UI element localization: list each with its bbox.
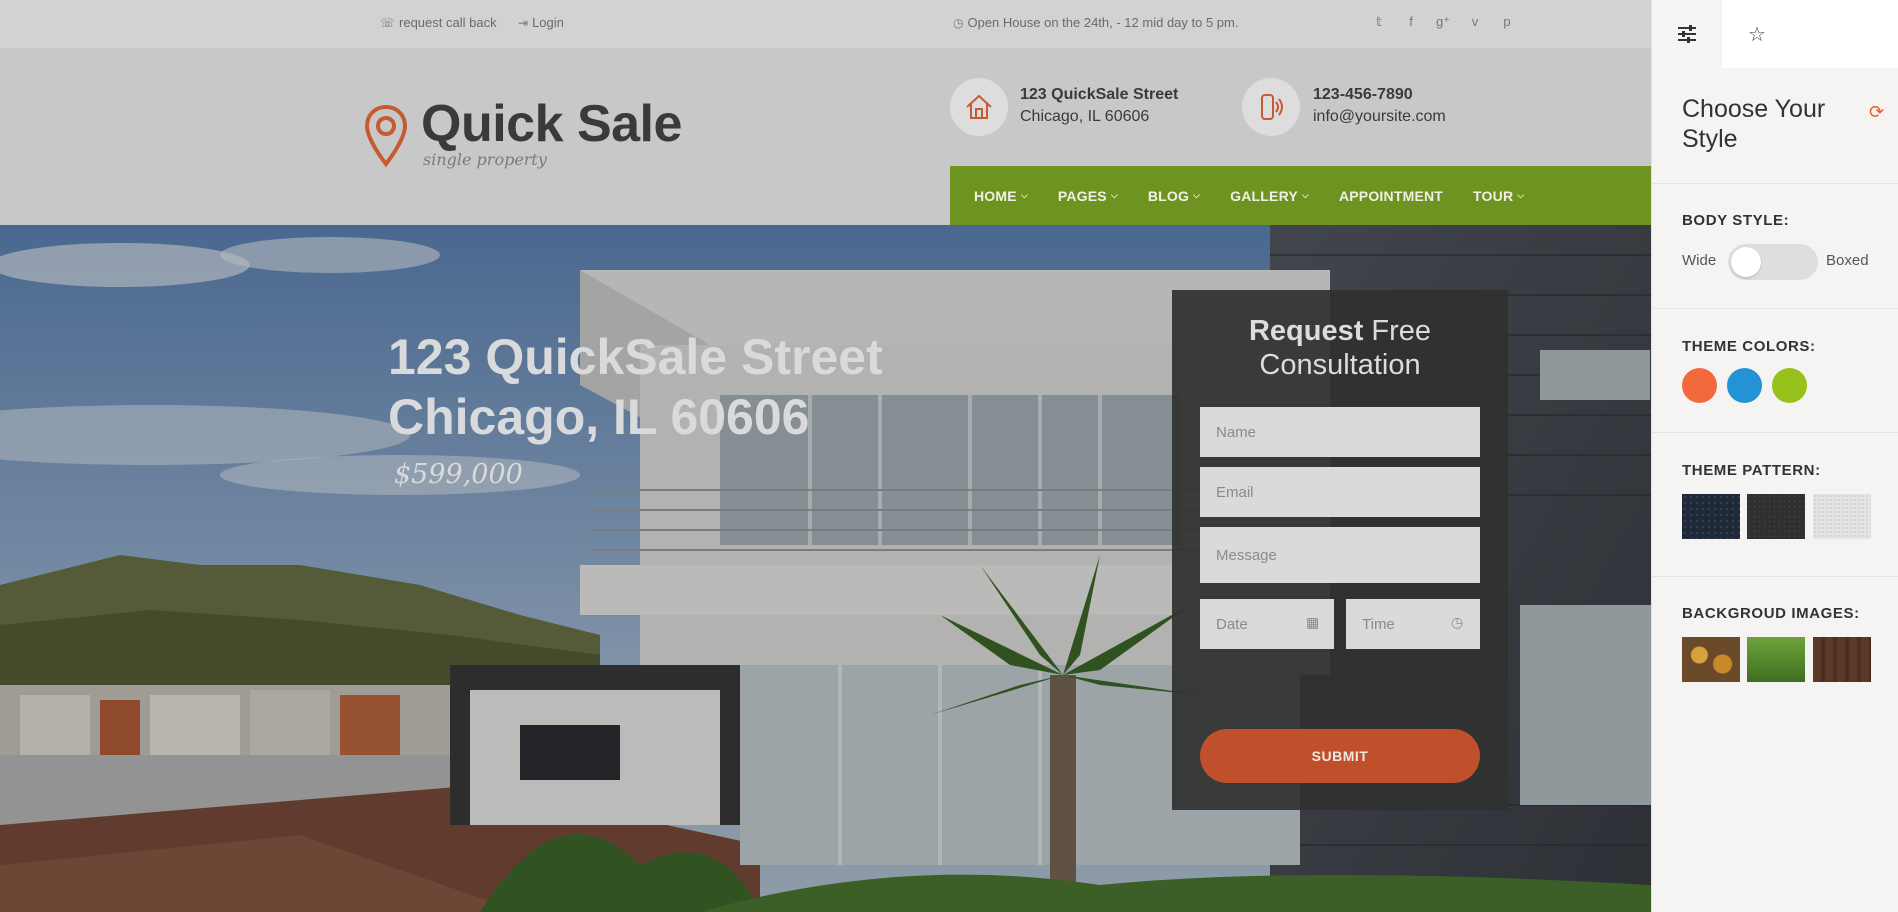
nav-gallery[interactable]: GALLERY ⌵ <box>1230 188 1309 204</box>
boxed-label: Boxed <box>1826 252 1869 269</box>
facebook-icon[interactable]: f <box>1404 14 1418 30</box>
chevron-down-icon: ⌵ <box>1110 190 1118 200</box>
sliders-icon <box>1678 25 1696 43</box>
request-call-back-label: request call back <box>399 15 497 30</box>
sign-in-icon: ⇥ <box>518 15 529 30</box>
theme-colors-label: THEME COLORS: <box>1682 338 1816 355</box>
wide-label: Wide <box>1682 252 1717 269</box>
chevron-down-icon: ⌵ <box>1517 190 1525 200</box>
nav-tour-label: TOUR <box>1473 187 1514 204</box>
calendar-icon[interactable]: ▦ <box>1306 614 1319 631</box>
social-links: 𝕥 f g⁺ v p <box>1372 14 1514 30</box>
nav-home-label: HOME <box>974 187 1017 204</box>
nav-home[interactable]: HOME ⌵ <box>974 188 1028 204</box>
consultation-form: Request Free Consultation ▦ ◷ SUBMIT <box>1172 290 1508 810</box>
address-line-1: 123 QuickSale Street <box>1020 86 1179 103</box>
panel-title: Choose Your Style <box>1682 95 1826 153</box>
pattern-charcoal[interactable] <box>1747 494 1805 539</box>
hero-address-line-2: Chicago, IL 60606 <box>388 389 810 445</box>
address-line-2: Chicago, IL 60606 <box>1020 108 1150 125</box>
login-label: Login <box>532 15 564 30</box>
form-title-rest: Free <box>1363 315 1432 347</box>
phone-icon-circle <box>1242 78 1300 136</box>
divider <box>1652 432 1898 433</box>
background-image-sunflowers[interactable] <box>1682 637 1740 682</box>
chevron-down-icon: ⌵ <box>1020 190 1028 200</box>
name-field[interactable] <box>1200 407 1480 457</box>
theme-color-blue[interactable] <box>1727 368 1762 403</box>
clock-icon: ◷ <box>953 15 964 30</box>
pinterest-icon[interactable]: p <box>1500 14 1514 30</box>
top-bar: ☏ request call back ⇥ Login ◷ Open House… <box>0 0 1651 48</box>
pattern-light-gray[interactable] <box>1813 494 1871 539</box>
phone-ringing-icon <box>1261 94 1283 120</box>
twitter-icon[interactable]: 𝕥 <box>1372 14 1386 30</box>
nav-appointment-label: APPOINTMENT <box>1338 187 1444 204</box>
site-logo-title[interactable]: Quick Sale <box>421 94 682 154</box>
site-logo-subtitle: single property <box>423 150 547 169</box>
divider <box>1652 576 1898 577</box>
nav-gallery-label: GALLERY <box>1230 187 1298 204</box>
email-address[interactable]: info@yoursite.com <box>1313 108 1446 125</box>
message-field[interactable] <box>1200 527 1480 583</box>
theme-color-green[interactable] <box>1772 368 1807 403</box>
reset-refresh-icon[interactable]: ⟳ <box>1869 102 1884 123</box>
body-style-label: BODY STYLE: <box>1682 212 1790 229</box>
form-title: Request Free Consultation <box>1172 314 1508 382</box>
home-icon <box>966 94 992 119</box>
main-nav: HOME ⌵ PAGES ⌵ BLOG ⌵ GALLERY ⌵ APPOINTMENT … <box>950 166 1651 225</box>
open-house-text: Open House on the 24th, - 12 mid day to … <box>967 15 1239 30</box>
clock-icon[interactable]: ◷ <box>1451 614 1463 631</box>
vimeo-icon[interactable]: v <box>1468 14 1482 30</box>
body-style-toggle[interactable] <box>1728 244 1818 280</box>
submit-button[interactable]: SUBMIT <box>1200 729 1480 783</box>
settings-sliders-tab[interactable] <box>1652 0 1722 68</box>
nav-appointment[interactable]: APPOINTMENT <box>1339 188 1443 204</box>
nav-pages-label: PAGES <box>1057 187 1107 204</box>
star-icon: ☆ <box>1748 23 1766 46</box>
phone-icon: ☏ <box>380 15 396 30</box>
nav-blog[interactable]: BLOG ⌵ <box>1148 188 1200 204</box>
theme-color-orange[interactable] <box>1682 368 1717 403</box>
google-plus-icon[interactable]: g⁺ <box>1436 14 1450 30</box>
favorites-tab[interactable]: ☆ <box>1722 0 1792 68</box>
pattern-dark-navy[interactable] <box>1682 494 1740 539</box>
background-images-label: BACKGROUD IMAGES: <box>1682 605 1860 622</box>
phone-email-block: 123-456-7890 info@yoursite.com <box>1313 84 1446 128</box>
hero-price: $599,000 <box>394 459 523 490</box>
phone-number[interactable]: 123-456-7890 <box>1313 84 1446 106</box>
nav-tour[interactable]: TOUR ⌵ <box>1473 188 1524 204</box>
divider <box>1652 183 1898 184</box>
toggle-knob <box>1731 247 1761 277</box>
nav-pages[interactable]: PAGES ⌵ <box>1058 188 1118 204</box>
nav-blog-label: BLOG <box>1147 187 1190 204</box>
panel-tabs: ☆ <box>1652 0 1898 68</box>
open-house-notice: ◷ Open House on the 24th, - 12 mid day t… <box>953 15 1238 30</box>
address-block: 123 QuickSale Street Chicago, IL 60606 <box>1020 84 1178 128</box>
hero-address-line-1: 123 QuickSale Street <box>388 329 883 385</box>
chevron-down-icon: ⌵ <box>1301 190 1309 200</box>
form-title-line-2: Consultation <box>1259 349 1421 381</box>
site: ☏ request call back ⇥ Login ◷ Open House… <box>0 0 1651 912</box>
background-image-wood[interactable] <box>1813 637 1871 682</box>
request-call-back-link[interactable]: ☏ request call back <box>380 15 497 30</box>
hero-address: 123 QuickSale Street Chicago, IL 60606 <box>388 327 883 447</box>
style-switcher-panel: ☆ Choose Your Style ⟳ BODY STYLE: Wide B… <box>1651 0 1898 912</box>
map-pin-logo-icon <box>364 104 408 168</box>
background-image-grass[interactable] <box>1747 637 1805 682</box>
theme-pattern-label: THEME PATTERN: <box>1682 462 1821 479</box>
divider <box>1652 308 1898 309</box>
email-field[interactable] <box>1200 467 1480 517</box>
login-link[interactable]: ⇥ Login <box>518 15 564 30</box>
form-title-bold: Request <box>1248 315 1364 347</box>
chevron-down-icon: ⌵ <box>1193 190 1201 200</box>
home-icon-circle <box>950 78 1008 136</box>
